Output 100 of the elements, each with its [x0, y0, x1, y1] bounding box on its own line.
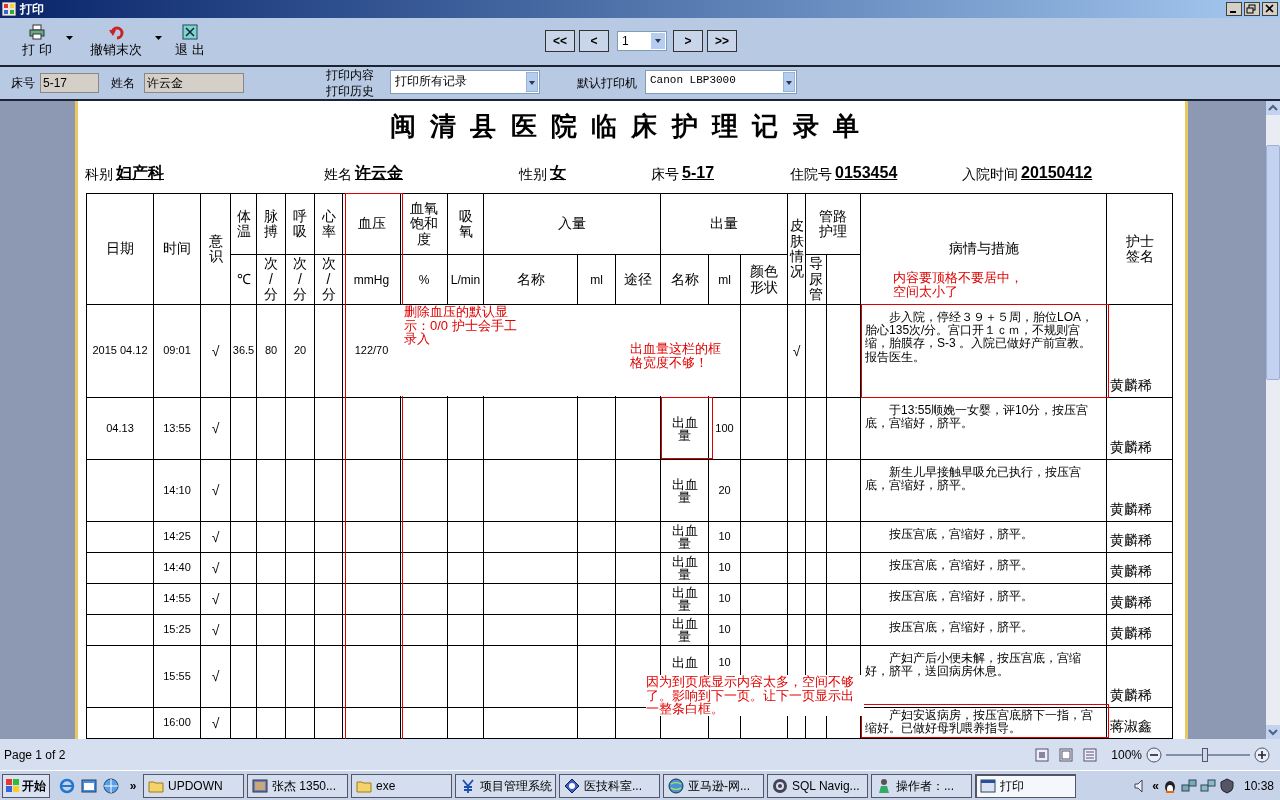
taskbar-button[interactable]: 亚马逊-网... [663, 773, 764, 798]
table-cell: 出血量 [660, 614, 709, 646]
table-cell: 20 [708, 459, 741, 522]
notes-cell: 按压宫底，宫缩好，脐平。 [860, 552, 1107, 584]
window-title: 打印 [20, 1, 44, 18]
table-cell: 10 [708, 521, 741, 553]
annotation-note: 删除血压的默认显示：0/0 护士会手工录入 [404, 305, 518, 346]
name-field[interactable]: 许云金 [144, 73, 244, 93]
field-label: 床号 [651, 165, 679, 184]
taskbar-button[interactable]: 操作者：... [871, 773, 972, 798]
pager-button[interactable]: << [545, 30, 575, 52]
field-label: 住院号 [790, 165, 832, 184]
print-content-label: 打印内容 [326, 67, 374, 83]
print-history-label: 打印历史 [326, 83, 374, 99]
bed-field[interactable]: 5-17 [40, 73, 99, 93]
column-header: 呼吸 [285, 193, 315, 255]
column-header: 导尿管 [805, 254, 827, 305]
column-header: 名称 [483, 254, 578, 305]
table-cell: 13:55 [153, 397, 201, 460]
toolbar-button[interactable]: 打 印 [12, 21, 62, 62]
toolbar-button[interactable]: 撤销末次 [81, 21, 151, 62]
print-content-select[interactable]: 打印所有记录 [390, 70, 540, 94]
pager-button[interactable]: >> [707, 30, 737, 52]
table-cell: 10 [708, 614, 741, 646]
start-button[interactable]: 开始 [2, 773, 50, 798]
pager-button[interactable]: < [579, 30, 609, 52]
printer-select[interactable]: Canon LBP3000 [645, 70, 797, 94]
nurse-signature: 黄麟稀 [1106, 459, 1173, 522]
column-header: 次/分 [285, 254, 315, 305]
table-cell: √ [200, 552, 231, 584]
table-cell: √ [787, 304, 806, 398]
table-cell: 100 [708, 397, 741, 460]
table-cell: 80 [256, 304, 286, 398]
table-cell: √ [200, 583, 231, 615]
column-header: 日期 [86, 193, 154, 305]
column-header: % [400, 254, 448, 305]
table-cell: √ [200, 645, 231, 708]
nurse-signature: 黄麟稀 [1106, 397, 1173, 460]
field-label: 姓名 [324, 165, 352, 184]
taskbar-button[interactable]: 医技科室... [559, 773, 660, 798]
field-value: 0153454 [835, 163, 898, 183]
taskbar-button[interactable]: UPDOWN [143, 773, 244, 798]
notes-cell: 按压宫底，宫缩好，脐平。 [860, 583, 1107, 615]
taskbar-button[interactable]: SQL Navig... [767, 773, 868, 798]
taskbar-button[interactable]: 张杰 1350... [247, 773, 348, 798]
table-cell: 出血量 [660, 521, 709, 553]
taskbar-button[interactable]: exe [351, 773, 452, 798]
table-cell: √ [200, 459, 231, 522]
column-header: 血氧饱和度 [400, 193, 448, 255]
taskbar-button[interactable]: 打印 [975, 773, 1076, 798]
field-label: 姓名 [111, 75, 135, 92]
document-title: 闽清县医院临床护理记录单 [388, 110, 875, 143]
column-header: 入量 [483, 193, 661, 255]
nurse-signature: 黄麟稀 [1106, 304, 1173, 398]
tray-expand-chevron[interactable]: « [1152, 776, 1159, 795]
column-header: ml [577, 254, 616, 305]
column-header: mmHg [342, 254, 401, 305]
column-header: 出量 [660, 193, 788, 255]
column-header: 意识 [200, 193, 231, 305]
table-cell: 16:00 [153, 707, 201, 739]
table-cell: 出血量 [660, 397, 709, 460]
table-cell: √ [200, 707, 231, 739]
table-cell: 10 [708, 583, 741, 615]
table-cell: 04.13 [86, 397, 154, 460]
table-cell: √ [200, 304, 231, 398]
field-value: 20150412 [1021, 163, 1093, 183]
column-header: 时间 [153, 193, 201, 305]
column-header: 皮肤情况 [787, 193, 806, 305]
column-header: 次/分 [314, 254, 343, 305]
column-header: 护士签名 [1106, 193, 1173, 305]
notes-cell: 按压宫底，宫缩好，脐平。 [860, 521, 1107, 553]
column-header: 脉搏 [256, 193, 286, 255]
notes-cell: 新生儿早接触早吸允已执行，按压宫底，宫缩好，脐平。 [860, 459, 1107, 522]
table-cell: 15:25 [153, 614, 201, 646]
field-value: 5-17 [682, 163, 715, 183]
table-cell: 09:01 [153, 304, 201, 398]
table-cell: 36.5 [230, 304, 257, 398]
table-cell: √ [200, 521, 231, 553]
pager-button[interactable]: > [673, 30, 703, 52]
nurse-signature: 黄麟稀 [1106, 645, 1173, 708]
table-cell: √ [200, 397, 231, 460]
table-cell: 出血量 [660, 583, 709, 615]
nurse-signature: 黄麟稀 [1106, 552, 1173, 584]
annotation-note: 出血量这栏的框格宽度不够！ [630, 342, 722, 370]
toolbar-button[interactable]: 退 出 [170, 21, 210, 62]
taskbar-button[interactable]: 项目管理系统 [455, 773, 556, 798]
field-label: 科别 [85, 165, 113, 184]
table-cell: 14:55 [153, 583, 201, 615]
page-select[interactable]: 1 [617, 31, 667, 51]
notes-cell: 于13:55顺娩一女婴，评10分，按压宫底，宫缩好，脐平。 [860, 397, 1107, 460]
table-cell: 14:10 [153, 459, 201, 522]
field-label: 入院时间 [962, 165, 1018, 184]
field-label: 性别 [519, 165, 547, 184]
overflow-chevron[interactable]: » [126, 776, 140, 795]
table-cell: 14:40 [153, 552, 201, 584]
table-cell: 10 [708, 552, 741, 584]
zoom-level: 100% [1111, 746, 1142, 764]
table-cell: 2015 04.12 [86, 304, 154, 398]
column-header: ml [708, 254, 741, 305]
column-header: 心率 [314, 193, 343, 255]
